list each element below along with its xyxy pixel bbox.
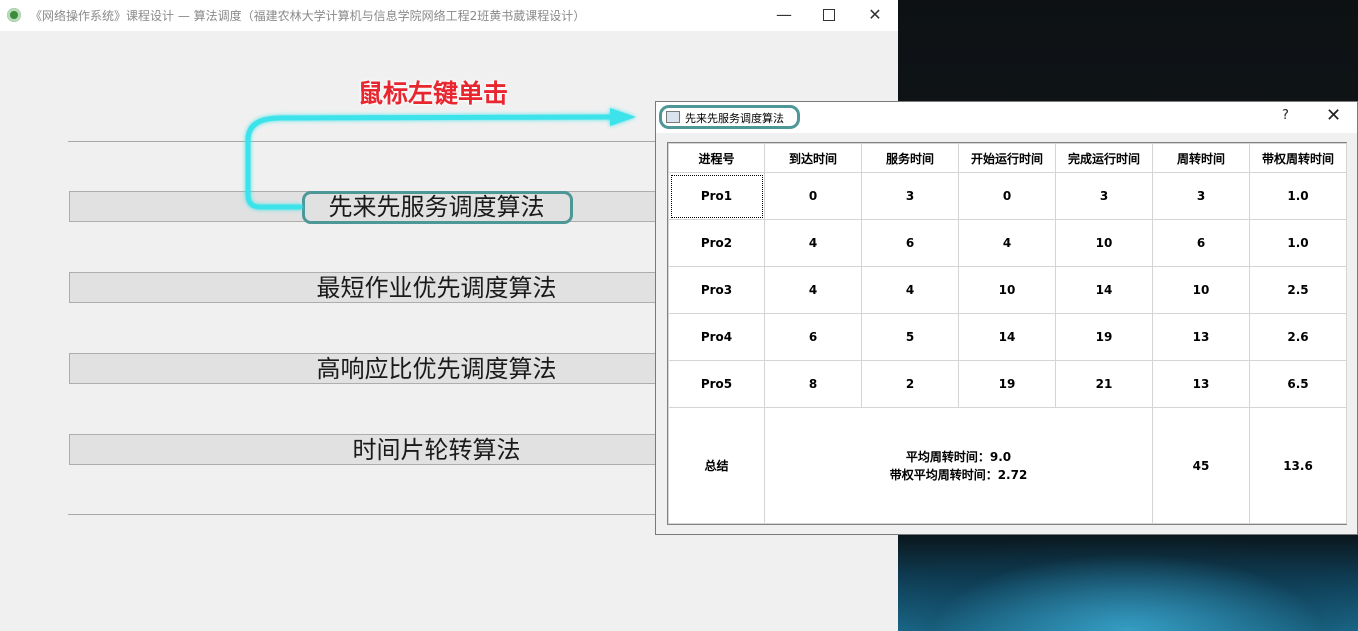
sjf-button-label: 最短作业优先调度算法 [316,274,557,302]
minimize-button[interactable]: — [770,5,798,25]
table-cell[interactable]: 10 [1152,266,1250,314]
table-row: Pro5 8 2 19 21 13 6.5 [668,360,1347,408]
column-header[interactable]: 到达时间 [764,143,862,173]
table-cell[interactable]: 14 [958,313,1056,361]
table-cell[interactable]: Pro5 [668,360,765,408]
table-cell[interactable]: 6 [1152,219,1250,267]
table-cell[interactable]: 19 [1055,313,1153,361]
hrrn-button-label: 高响应比优先调度算法 [316,355,557,383]
table-cell[interactable]: Pro3 [668,266,765,314]
table-cell[interactable]: 6 [764,313,862,361]
total-weighted-turnaround[interactable]: 13.6 [1249,407,1347,524]
column-header[interactable]: 服务时间 [861,143,959,173]
rr-button-label: 时间片轮转算法 [352,436,521,464]
dialog-titlebar[interactable]: 先来先服务调度算法 ? ✕ [656,102,1357,133]
click-annotation: 鼠标左键单击 [358,79,509,108]
column-header[interactable]: 周转时间 [1152,143,1250,173]
fcfs-highlight-outline [302,191,573,224]
window-icon [666,111,680,123]
table-cell[interactable]: 3 [1055,172,1153,220]
avg-turnaround-text: 平均周转时间：9.0 [905,449,1012,464]
total-turnaround[interactable]: 45 [1152,407,1250,524]
table-cell[interactable]: 13 [1152,313,1250,361]
maximize-button[interactable] [815,5,843,25]
table-row: Pro1 0 3 0 3 3 1.0 [668,172,1347,220]
column-header[interactable]: 带权周转时间 [1249,143,1347,173]
dialog-title: 先来先服务调度算法 [685,112,784,125]
desktop-wallpaper-glow [898,540,1358,631]
table-cell[interactable]: 2 [861,360,959,408]
column-header[interactable]: 进程号 [668,143,765,173]
table-cell[interactable]: 5 [861,313,959,361]
column-header[interactable]: 开始运行时间 [958,143,1056,173]
table-cell[interactable]: Pro2 [668,219,765,267]
summary-row: 总结 平均周转时间：9.0 带权平均周转时间：2.72 45 13.6 [668,407,1347,524]
summary-averages[interactable]: 平均周转时间：9.0 带权平均周转时间：2.72 [764,407,1153,524]
table-row: Pro3 4 4 10 14 10 2.5 [668,266,1347,314]
column-header[interactable]: 完成运行时间 [1055,143,1153,173]
table-cell[interactable]: 4 [958,219,1056,267]
table-cell[interactable]: 4 [861,266,959,314]
table-row: Pro4 6 5 14 19 13 2.6 [668,313,1347,361]
table-cell[interactable]: 2.5 [1249,266,1347,314]
table-cell[interactable]: 6 [861,219,959,267]
table-cell[interactable]: 4 [764,219,862,267]
avg-weighted-turnaround-text: 带权平均周转时间：2.72 [889,467,1028,482]
app-icon [7,8,21,22]
summary-label[interactable]: 总结 [668,407,765,524]
table-cell[interactable]: 10 [1055,219,1153,267]
table-cell[interactable]: 10 [958,266,1056,314]
fcfs-dialog: 先来先服务调度算法 ? ✕ 进程号 到达时间 服务时间 开始运行时间 完成运行时… [655,101,1358,535]
table-cell[interactable]: 3 [861,172,959,220]
table-cell[interactable]: 21 [1055,360,1153,408]
dialog-close-button[interactable]: ✕ [1326,105,1341,126]
table-cell[interactable]: 13 [1152,360,1250,408]
table-cell[interactable]: 0 [958,172,1056,220]
table-cell[interactable]: Pro1 [668,172,765,220]
window-title: 《网络操作系统》课程设计 — 算法调度（福建农林大学计算机与信息学院网络工程2班… [30,9,586,23]
table-cell[interactable]: 4 [764,266,862,314]
table-cell[interactable]: 3 [1152,172,1250,220]
table-header-row: 进程号 到达时间 服务时间 开始运行时间 完成运行时间 周转时间 带权周转时间 [668,143,1347,173]
table-row: Pro2 4 6 4 10 6 1.0 [668,219,1347,267]
table-cell[interactable]: 1.0 [1249,172,1347,220]
table-cell[interactable]: 6.5 [1249,360,1347,408]
help-button[interactable]: ? [1282,108,1289,123]
table-cell[interactable]: 19 [958,360,1056,408]
results-table[interactable]: 进程号 到达时间 服务时间 开始运行时间 完成运行时间 周转时间 带权周转时间 … [667,142,1347,525]
table-cell[interactable]: 14 [1055,266,1153,314]
table-cell[interactable]: 8 [764,360,862,408]
maximize-icon [823,9,835,21]
main-titlebar[interactable]: 《网络操作系统》课程设计 — 算法调度（福建农林大学计算机与信息学院网络工程2班… [0,0,898,31]
table-cell[interactable]: 1.0 [1249,219,1347,267]
table-cell[interactable]: 2.6 [1249,313,1347,361]
close-button[interactable]: ✕ [861,5,889,25]
table-cell[interactable]: Pro4 [668,313,765,361]
table-cell[interactable]: 0 [764,172,862,220]
